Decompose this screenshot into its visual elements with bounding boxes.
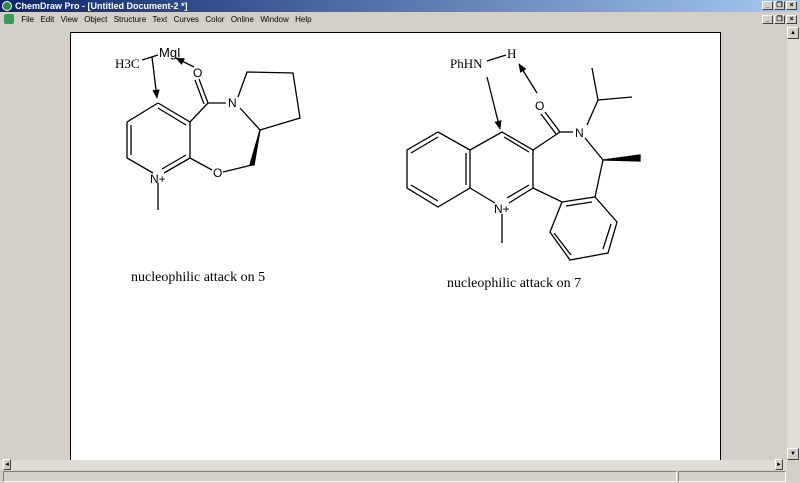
mgi-label: MgI xyxy=(159,45,181,60)
status-pane-main xyxy=(3,471,677,482)
scroll-right-button[interactable]: ► xyxy=(775,459,783,470)
carbonyl-o-label: O xyxy=(535,99,544,113)
structure-drawing: H3C MgI O N+ N O PhHN H O N+ N xyxy=(115,45,641,261)
methyl-label: H3C xyxy=(115,56,140,71)
ring-o-label: O xyxy=(213,166,222,180)
horizontal-scrollbar[interactable]: ◄ ► xyxy=(0,459,787,470)
caption-scheme-5: nucleophilic attack on 5 xyxy=(131,270,266,285)
amide-n-label: N xyxy=(575,126,584,140)
scroll-left-button[interactable]: ◄ xyxy=(3,459,11,470)
vertical-scrollbar[interactable]: ▲ ▼ xyxy=(787,27,800,460)
pyridinium-n-label: N+ xyxy=(150,172,166,186)
molecule-5[interactable]: H3C MgI O N+ N O xyxy=(115,45,301,210)
molecule-7[interactable]: PhHN H O N+ N xyxy=(406,46,641,261)
acridinium-n-label: N+ xyxy=(494,202,510,216)
attack-arrow xyxy=(151,56,160,99)
h-label: H xyxy=(507,46,516,61)
carbonyl-o-label: O xyxy=(193,66,202,80)
coordination-arrow xyxy=(175,57,195,68)
amide-n-label: N xyxy=(228,96,237,110)
phhn-label: PhHN xyxy=(450,56,483,71)
scroll-up-button[interactable]: ▲ xyxy=(787,27,799,39)
status-pane-secondary xyxy=(678,471,786,482)
status-bar xyxy=(0,470,800,483)
attack-arrow xyxy=(486,76,502,130)
caption-scheme-7: nucleophilic attack on 7 xyxy=(447,276,582,291)
scroll-down-button[interactable]: ▼ xyxy=(787,448,799,460)
proton-transfer-arrow xyxy=(518,63,538,94)
